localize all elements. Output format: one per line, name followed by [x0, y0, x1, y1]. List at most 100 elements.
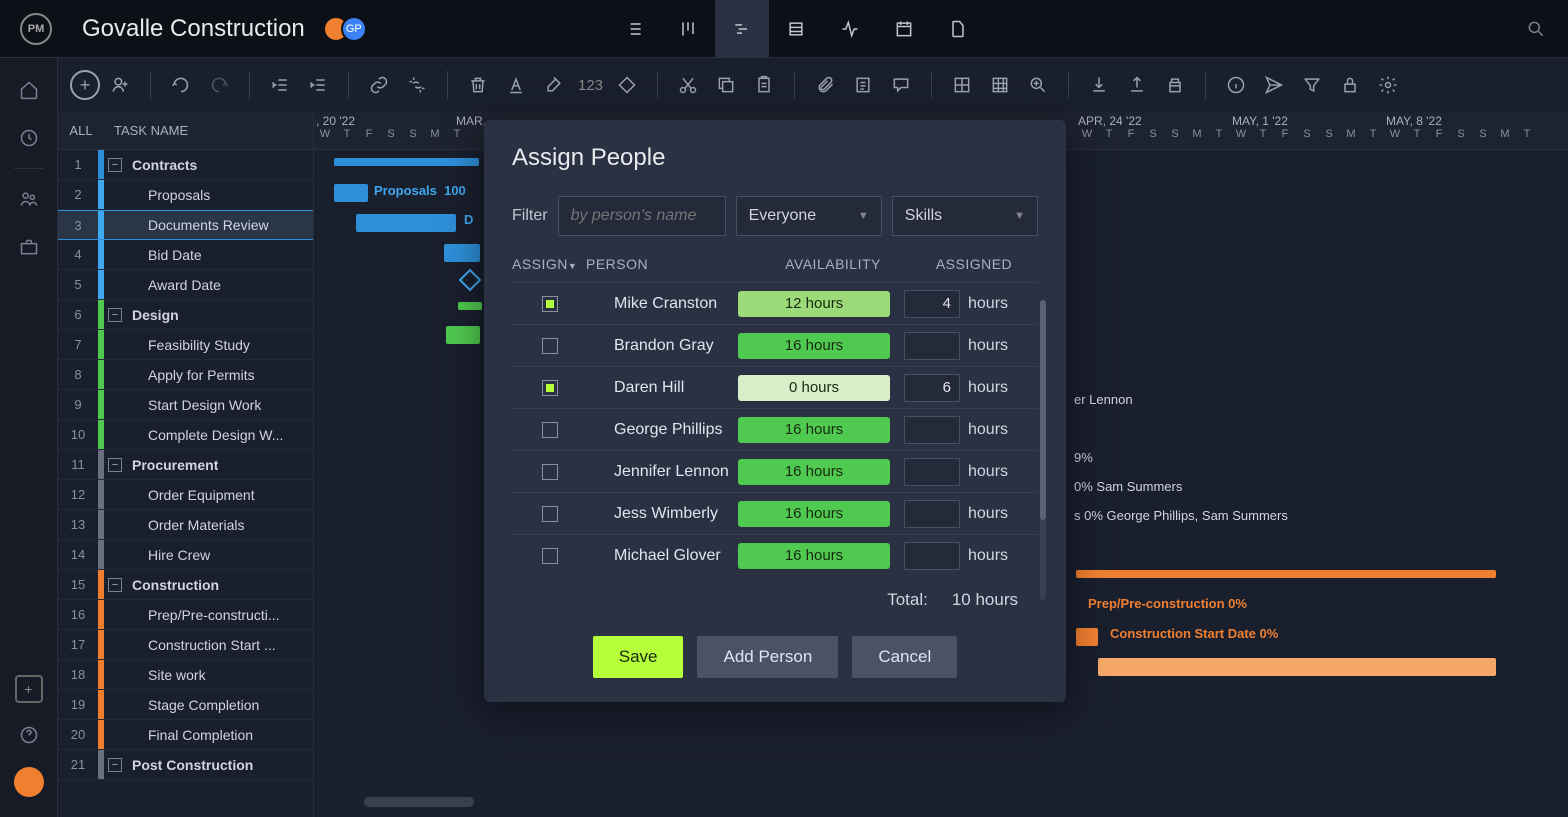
paste-icon[interactable] — [746, 67, 782, 103]
task-row[interactable]: 1−Contracts — [58, 150, 313, 180]
task-row[interactable]: 21−Post Construction — [58, 750, 313, 780]
cancel-button[interactable]: Cancel — [852, 636, 957, 678]
col-availability[interactable]: AVAILABILITY — [756, 256, 910, 272]
gantt-bar[interactable] — [334, 158, 479, 166]
highlight-icon[interactable] — [536, 67, 572, 103]
info-icon[interactable] — [1218, 67, 1254, 103]
view-list-icon[interactable] — [607, 0, 661, 58]
gantt-bar[interactable] — [1098, 658, 1496, 676]
task-row[interactable]: 2Proposals — [58, 180, 313, 210]
hours-input[interactable] — [904, 374, 960, 402]
assign-checkbox[interactable] — [542, 296, 558, 312]
save-button[interactable]: Save — [593, 636, 684, 678]
settings-icon[interactable] — [1370, 67, 1406, 103]
filter-scope-select[interactable]: Everyone▼ — [736, 196, 882, 236]
col-assigned[interactable]: ASSIGNED — [910, 256, 1038, 272]
task-row[interactable]: 12Order Equipment — [58, 480, 313, 510]
task-row[interactable]: 7Feasibility Study — [58, 330, 313, 360]
task-row[interactable]: 4Bid Date — [58, 240, 313, 270]
task-row[interactable]: 9Start Design Work — [58, 390, 313, 420]
task-row[interactable]: 13Order Materials — [58, 510, 313, 540]
collapse-toggle[interactable]: − — [108, 158, 122, 172]
header-all[interactable]: ALL — [58, 123, 104, 138]
collapse-toggle[interactable]: − — [108, 758, 122, 772]
redo-icon[interactable] — [201, 67, 237, 103]
collapse-toggle[interactable]: − — [108, 578, 122, 592]
filter-input[interactable] — [558, 196, 726, 236]
assign-checkbox[interactable] — [542, 422, 558, 438]
hours-input[interactable] — [904, 542, 960, 570]
briefcase-icon[interactable] — [17, 235, 41, 259]
hours-input[interactable] — [904, 332, 960, 360]
task-row[interactable]: 5Award Date — [58, 270, 313, 300]
unlink-icon[interactable] — [399, 67, 435, 103]
undo-icon[interactable] — [163, 67, 199, 103]
assign-checkbox[interactable] — [542, 506, 558, 522]
diamond-icon[interactable] — [609, 67, 645, 103]
task-row[interactable]: 8Apply for Permits — [58, 360, 313, 390]
person-add-icon[interactable] — [102, 67, 138, 103]
hours-input[interactable] — [904, 500, 960, 528]
task-row[interactable]: 18Site work — [58, 660, 313, 690]
help-icon[interactable] — [17, 723, 41, 747]
view-sheet-icon[interactable] — [769, 0, 823, 58]
col-person[interactable]: PERSON — [586, 256, 756, 272]
view-board-icon[interactable] — [661, 0, 715, 58]
text-color-icon[interactable] — [498, 67, 534, 103]
columns-icon[interactable] — [944, 67, 980, 103]
header-task-name[interactable]: TASK NAME — [104, 123, 188, 138]
import-icon[interactable] — [1081, 67, 1117, 103]
indent-icon[interactable] — [300, 67, 336, 103]
task-row[interactable]: 19Stage Completion — [58, 690, 313, 720]
task-row[interactable]: 10Complete Design W... — [58, 420, 313, 450]
task-row[interactable]: 17Construction Start ... — [58, 630, 313, 660]
add-circle-icon[interactable]: + — [70, 70, 100, 100]
user-avatar[interactable] — [14, 767, 44, 797]
hours-input[interactable] — [904, 458, 960, 486]
assign-checkbox[interactable] — [542, 548, 558, 564]
grid-icon[interactable] — [982, 67, 1018, 103]
avatar[interactable]: GP — [341, 16, 367, 42]
assign-checkbox[interactable] — [542, 338, 558, 354]
col-assign[interactable]: ASSIGN▼ — [512, 256, 586, 272]
add-person-button[interactable]: Add Person — [697, 636, 838, 678]
task-row[interactable]: 11−Procurement — [58, 450, 313, 480]
hours-input[interactable] — [904, 416, 960, 444]
comment-icon[interactable] — [883, 67, 919, 103]
copy-icon[interactable] — [708, 67, 744, 103]
task-row[interactable]: 6−Design — [58, 300, 313, 330]
gantt-bar[interactable] — [334, 184, 368, 202]
cut-icon[interactable] — [670, 67, 706, 103]
add-button[interactable]: + — [15, 675, 43, 703]
clock-icon[interactable] — [17, 126, 41, 150]
outdent-icon[interactable] — [262, 67, 298, 103]
collapse-toggle[interactable]: − — [108, 308, 122, 322]
filter-skills-select[interactable]: Skills▼ — [892, 196, 1038, 236]
gantt-bar[interactable] — [458, 302, 482, 310]
task-row[interactable]: 15−Construction — [58, 570, 313, 600]
hours-input[interactable] — [904, 290, 960, 318]
task-row[interactable]: 16Prep/Pre-constructi... — [58, 600, 313, 630]
attachment-icon[interactable] — [807, 67, 843, 103]
assign-checkbox[interactable] — [542, 464, 558, 480]
collapse-toggle[interactable]: − — [108, 458, 122, 472]
milestone-diamond[interactable] — [459, 269, 482, 292]
gantt-bar[interactable] — [1076, 628, 1098, 646]
view-gantt-icon[interactable] — [715, 0, 769, 58]
gantt-bar[interactable] — [1076, 570, 1496, 578]
zoom-icon[interactable] — [1020, 67, 1056, 103]
filter-icon[interactable] — [1294, 67, 1330, 103]
print-icon[interactable] — [1157, 67, 1193, 103]
send-icon[interactable] — [1256, 67, 1292, 103]
logo[interactable]: PM — [20, 13, 52, 45]
horizontal-scrollbar[interactable] — [364, 797, 474, 807]
trash-icon[interactable] — [460, 67, 496, 103]
gantt-bar[interactable] — [446, 326, 480, 344]
gantt-bar[interactable] — [444, 244, 480, 262]
people-icon[interactable] — [17, 187, 41, 211]
task-row[interactable]: 14Hire Crew — [58, 540, 313, 570]
assign-checkbox[interactable] — [542, 380, 558, 396]
home-icon[interactable] — [17, 78, 41, 102]
view-activity-icon[interactable] — [823, 0, 877, 58]
gantt-bar[interactable] — [356, 214, 456, 232]
